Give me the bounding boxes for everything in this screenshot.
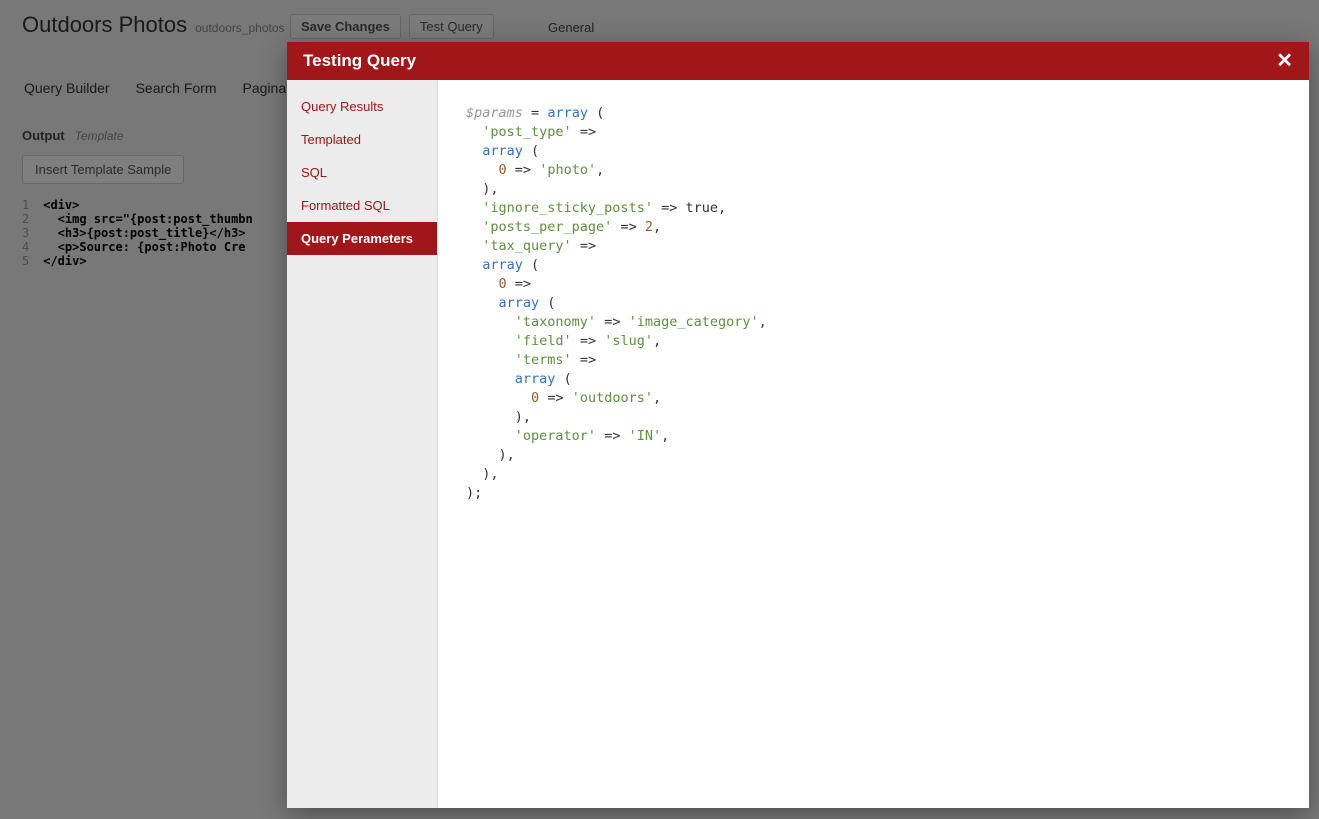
php-code-block: $params = array ( 'post_type' => array (… [466,104,1281,503]
modal-header: Testing Query ✕ [287,42,1309,80]
sidebar-item-query-results[interactable]: Query Results [287,90,437,123]
modal-sidebar: Query Results Templated SQL Formatted SQ… [287,80,438,808]
sidebar-item-templated[interactable]: Templated [287,123,437,156]
modal-title: Testing Query [303,51,416,71]
sidebar-item-query-parameters[interactable]: Query Perameters [287,222,437,255]
sidebar-item-sql[interactable]: SQL [287,156,437,189]
sidebar-item-formatted-sql[interactable]: Formatted SQL [287,189,437,222]
modal-main: $params = array ( 'post_type' => array (… [438,80,1309,808]
testing-query-modal: Testing Query ✕ Query Results Templated … [287,42,1309,808]
close-icon[interactable]: ✕ [1276,51,1293,71]
